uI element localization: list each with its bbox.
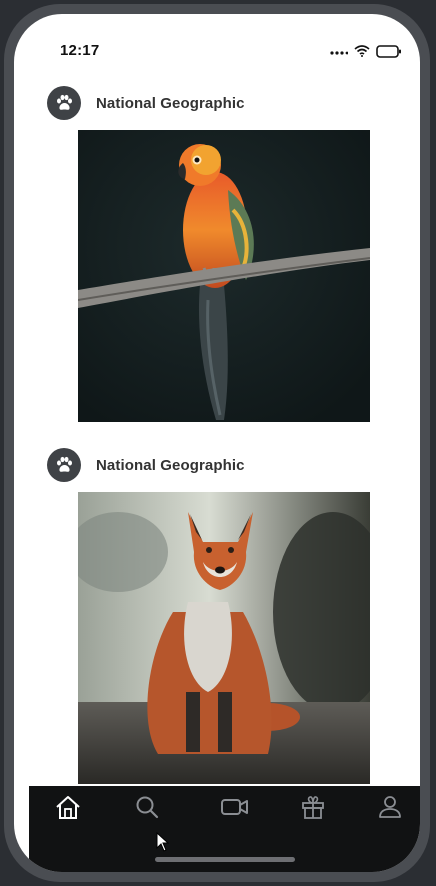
post-divider: [14, 422, 420, 446]
home-indicator[interactable]: [155, 857, 295, 862]
paw-icon: [57, 94, 72, 110]
phone-frame: 12:17 National Geographic National Geogr…: [4, 4, 430, 882]
gift-icon: [302, 796, 324, 819]
home-icon: [56, 796, 80, 819]
avatar[interactable]: [47, 86, 81, 120]
paw-icon: [57, 456, 72, 472]
tab-gifts[interactable]: [296, 790, 330, 824]
author-name[interactable]: National Geographic: [96, 95, 245, 112]
fox-photo[interactable]: [78, 492, 370, 784]
status-icons: [330, 44, 402, 58]
tab-search[interactable]: [130, 790, 164, 824]
search-icon: [136, 796, 159, 819]
avatar[interactable]: [47, 448, 81, 482]
post-header: National Geographic: [14, 84, 420, 130]
wifi-icon: [354, 45, 370, 57]
post: National Geographic: [14, 446, 420, 784]
status-time: 12:17: [60, 42, 100, 59]
post-header: National Geographic: [14, 446, 420, 492]
author-name[interactable]: National Geographic: [96, 457, 245, 474]
post: National Geographic: [14, 84, 420, 422]
video-camera-icon: [221, 799, 248, 815]
battery-icon: [376, 44, 401, 58]
parrot-photo[interactable]: [78, 130, 370, 422]
mouse-cursor-icon: [156, 832, 170, 852]
feed: National Geographic National Geographic: [14, 84, 420, 784]
status-bar: 12:17: [14, 14, 420, 70]
tab-home[interactable]: [51, 790, 85, 824]
screen: 12:17 National Geographic National Geogr…: [14, 14, 420, 872]
profile-icon: [379, 796, 401, 818]
tab-profile[interactable]: [373, 790, 407, 824]
tab-video[interactable]: [218, 790, 252, 824]
signal-icon: [330, 51, 348, 55]
